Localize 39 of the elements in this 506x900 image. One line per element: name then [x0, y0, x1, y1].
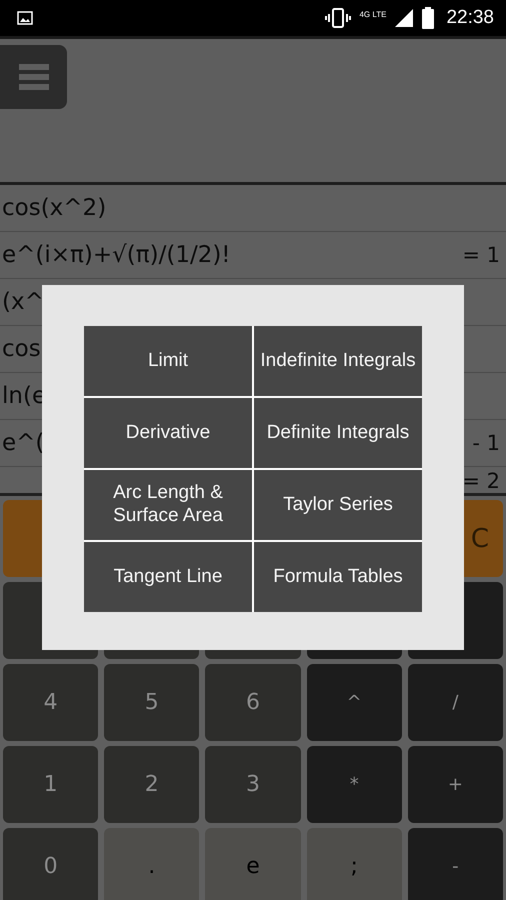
menu-option[interactable]: Taylor Series: [254, 470, 422, 540]
calculator-key[interactable]: *: [306, 746, 402, 823]
signal-icon: [394, 8, 414, 28]
history-expression[interactable]: e^(: [2, 430, 44, 456]
calculator-key[interactable]: 6: [205, 664, 301, 741]
history-expression[interactable]: (x^: [2, 289, 44, 315]
menu-icon: [18, 64, 48, 90]
calculator-key[interactable]: e: [205, 828, 301, 900]
menu-option[interactable]: Derivative: [84, 398, 252, 468]
network-label: 4G LTE: [359, 10, 386, 18]
menu-option[interactable]: Formula Tables: [254, 542, 422, 612]
calculator-key[interactable]: .: [104, 828, 200, 900]
menu-option[interactable]: Limit: [84, 326, 252, 396]
calculator-key[interactable]: ^: [306, 664, 402, 741]
calculator-key[interactable]: 1: [3, 746, 98, 823]
menu-option[interactable]: Tangent Line: [84, 542, 252, 612]
calculator-key[interactable]: ;: [306, 828, 402, 900]
menu-option[interactable]: Indefinite Integrals: [254, 326, 422, 396]
calculator-key[interactable]: 3: [205, 746, 301, 823]
calculator-key[interactable]: +: [408, 746, 503, 823]
vibrate-icon: [325, 8, 352, 28]
history-expression[interactable]: cos(x^2): [2, 195, 106, 221]
calculator-key[interactable]: 4: [3, 664, 98, 741]
calculator-key[interactable]: 0: [3, 828, 98, 900]
menu-option[interactable]: Arc Length & Surface Area: [84, 470, 252, 540]
menu-button[interactable]: [0, 45, 67, 109]
history-result: = 2: [462, 469, 500, 493]
clock: 22:38: [446, 7, 494, 29]
history-expression[interactable]: e^(i×π)+√(π)/(1/2)!: [2, 242, 231, 268]
image-icon: [17, 11, 33, 25]
calculator-key[interactable]: 2: [104, 746, 200, 823]
history-result: - 1: [472, 431, 500, 455]
calculator-key[interactable]: -: [408, 828, 503, 900]
menu-option[interactable]: Definite Integrals: [254, 398, 422, 468]
battery-icon: [422, 7, 434, 29]
calculator-key[interactable]: /: [408, 664, 503, 741]
calculator-key[interactable]: 5: [104, 664, 200, 741]
history-result: = 1: [462, 243, 500, 267]
history-expression[interactable]: cos: [2, 336, 41, 362]
